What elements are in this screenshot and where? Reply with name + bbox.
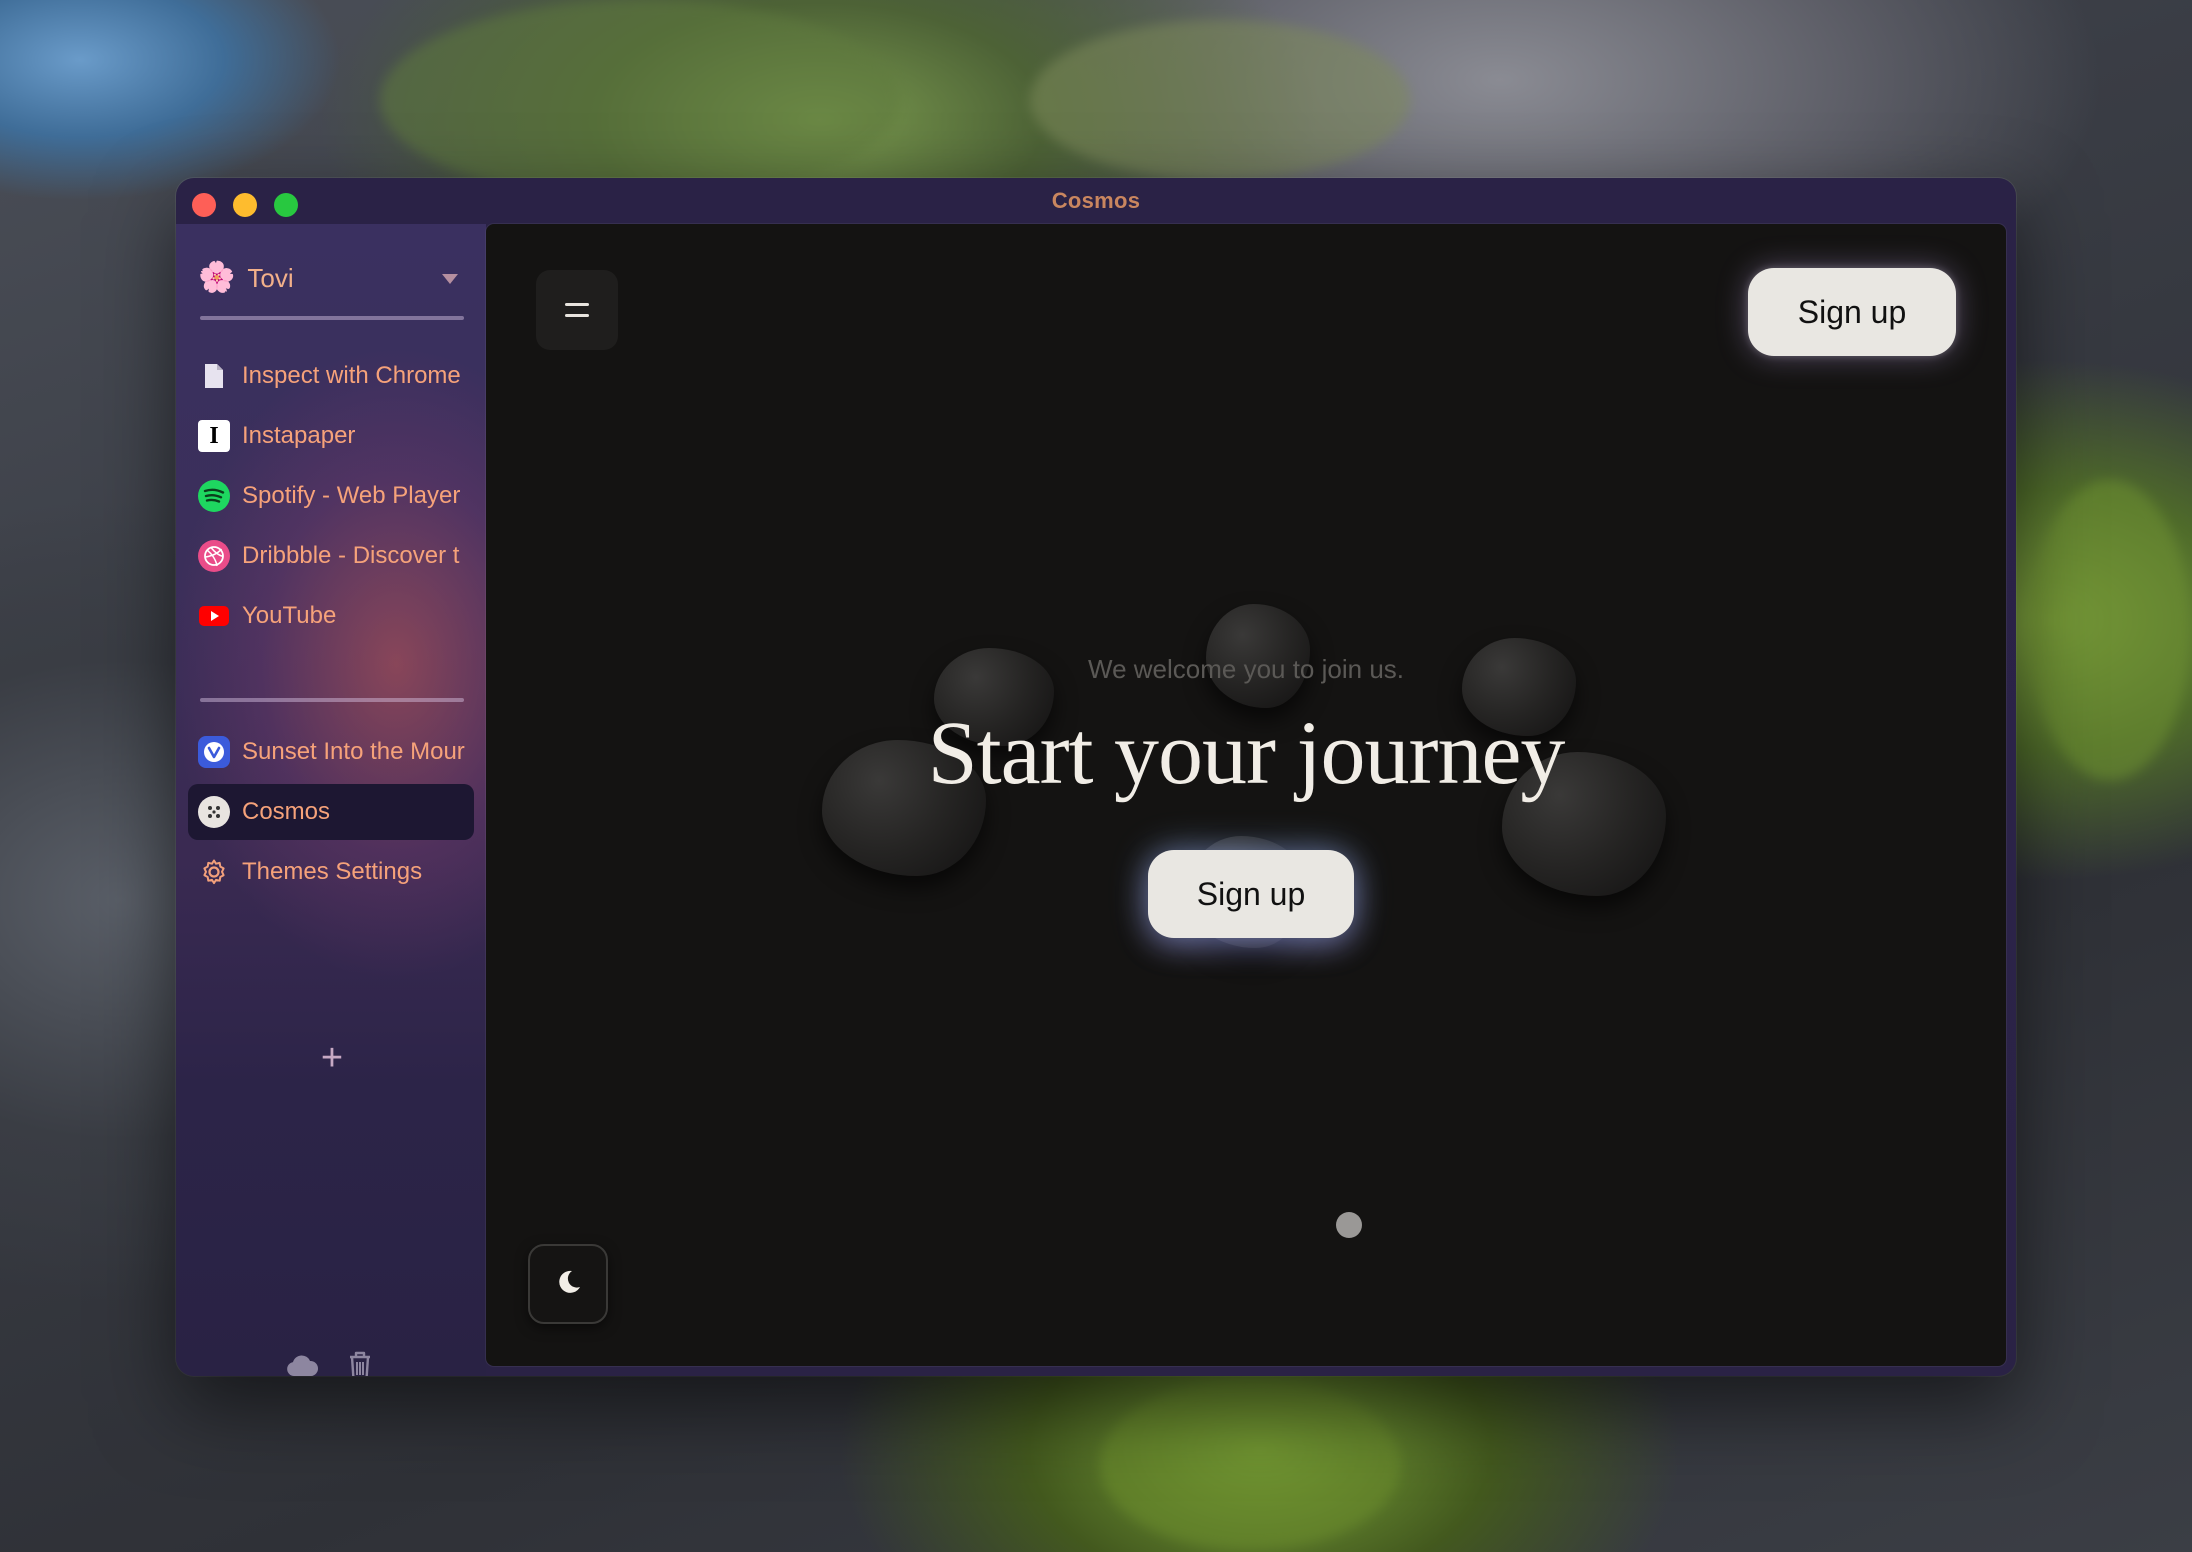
youtube-icon [198,600,230,632]
scroll-indicator-dot [1336,1212,1362,1238]
tab-themes-settings[interactable]: Themes Settings [188,844,474,900]
document-icon [198,360,230,392]
minimize-window-button[interactable] [233,193,257,217]
close-window-button[interactable] [192,193,216,217]
pinned-tab-label: Spotify - Web Player [242,482,461,509]
wallpaper-ridge [1100,1380,1400,1550]
sidebar: 🌸 Tovi Inspect with Chrome I Instapaper … [176,224,486,1376]
traffic-lights [192,193,298,217]
pinned-tab-label: Inspect with Chrome [242,362,461,389]
vivaldi-icon [198,736,230,768]
wallpaper-ridge [380,0,900,200]
signup-hero-button[interactable]: Sign up [1148,850,1354,938]
wallpaper-ridge [2030,480,2190,780]
cosmos-icon [198,796,230,828]
wallpaper-ridge [1030,20,1410,180]
trash-icon[interactable] [342,1348,378,1376]
web-content: Sign up We welcome you to join us. Start… [486,224,2006,1366]
tab-label: Sunset Into the Mour [242,738,465,765]
flower-icon: 🌸 [198,261,236,294]
profile-switcher[interactable]: 🌸 Tovi [198,258,468,298]
tab-label: Cosmos [242,798,331,825]
spotify-icon [198,480,230,512]
instapaper-icon: I [198,420,230,452]
pinned-tabs: Inspect with Chrome I Instapaper Spotify… [188,348,474,648]
chevron-down-icon[interactable] [442,274,458,284]
moon-icon [553,1267,583,1302]
pinned-tab-label: Instapaper [242,422,356,449]
title-bar[interactable]: Cosmos [176,178,2016,224]
tab-sunset[interactable]: Sunset Into the Mour [188,724,474,780]
pinned-tab-label: Dribbble - Discover t [242,542,460,569]
hero-section: We welcome you to join us. Start your jo… [486,224,2006,1366]
pinned-tab-spotify[interactable]: Spotify - Web Player [188,468,474,524]
browser-window: Cosmos 🌸 Tovi Inspect with Chrome I Inst… [176,178,2016,1376]
profile-name: Tovi [247,262,294,293]
gear-icon [198,856,230,888]
cloud-icon[interactable] [284,1348,320,1376]
tab-label: Themes Settings [242,858,423,885]
pinned-tab-inspect[interactable]: Inspect with Chrome [188,348,474,404]
sidebar-divider [200,698,464,702]
pinned-tab-instapaper[interactable]: I Instapaper [188,408,474,464]
new-tab-button[interactable]: + [314,1039,350,1077]
pinned-tab-label: YouTube [242,602,337,629]
open-tabs: Sunset Into the Mour Cosmos Themes Setti… [188,724,474,904]
hero-tagline: We welcome you to join us. [1088,654,1404,684]
hero-headline: Start your journey [927,704,1566,803]
theme-toggle-button[interactable] [528,1244,608,1324]
maximize-window-button[interactable] [274,193,298,217]
sidebar-footer [284,1348,378,1376]
tab-cosmos[interactable]: Cosmos [188,784,474,840]
window-title: Cosmos [1051,188,1141,213]
dribbble-icon [198,540,230,572]
sidebar-divider [200,316,464,320]
pinned-tab-dribbble[interactable]: Dribbble - Discover t [188,528,474,584]
pinned-tab-youtube[interactable]: YouTube [188,588,474,644]
